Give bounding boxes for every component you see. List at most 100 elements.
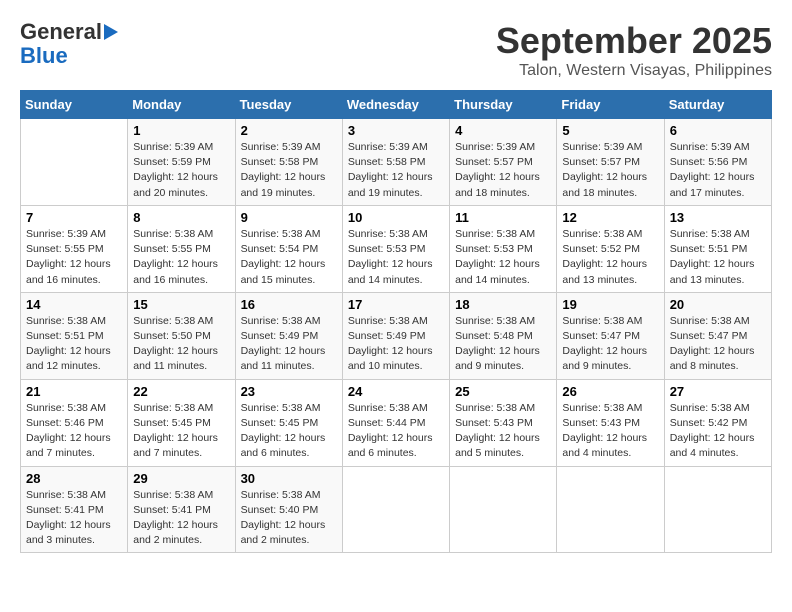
day-number: 15 — [133, 297, 229, 312]
cell-w1-d6: 5 Sunrise: 5:39 AM Sunset: 5:57 PM Daylig… — [557, 119, 664, 206]
cell-w4-d5: 25 Sunrise: 5:38 AM Sunset: 5:43 PM Dayli… — [450, 379, 557, 466]
day-number: 23 — [241, 384, 337, 399]
day-number: 11 — [455, 210, 551, 225]
day-info: Sunrise: 5:38 AM Sunset: 5:52 PM Dayligh… — [562, 227, 658, 288]
day-info: Sunrise: 5:38 AM Sunset: 5:47 PM Dayligh… — [562, 314, 658, 375]
cell-w1-d1 — [21, 119, 128, 206]
cell-w2-d5: 11Sunrise: 5:38 AM Sunset: 5:53 PM Dayli… — [450, 205, 557, 292]
calendar-body: 1 Sunrise: 5:39 AM Sunset: 5:59 PM Daylig… — [21, 119, 772, 553]
day-number: 2 — [241, 123, 337, 138]
day-number: 5 — [562, 123, 658, 138]
day-info: Sunrise: 5:38 AM Sunset: 5:45 PM Dayligh… — [241, 401, 337, 462]
cell-w5-d4 — [342, 466, 449, 553]
day-info: Sunrise: 5:38 AM Sunset: 5:45 PM Dayligh… — [133, 401, 229, 462]
cell-w4-d7: 27 Sunrise: 5:38 AM Sunset: 5:42 PM Dayli… — [664, 379, 771, 466]
cell-w1-d3: 2 Sunrise: 5:39 AM Sunset: 5:58 PM Daylig… — [235, 119, 342, 206]
day-number: 14 — [26, 297, 122, 312]
col-saturday: Saturday — [664, 91, 771, 119]
cell-w1-d5: 4 Sunrise: 5:39 AM Sunset: 5:57 PM Daylig… — [450, 119, 557, 206]
day-number: 21 — [26, 384, 122, 399]
day-number: 29 — [133, 471, 229, 486]
day-info: Sunrise: 5:39 AM Sunset: 5:55 PM Dayligh… — [26, 227, 122, 288]
cell-w5-d1: 28Sunrise: 5:38 AM Sunset: 5:41 PM Dayli… — [21, 466, 128, 553]
week-row-1: 1 Sunrise: 5:39 AM Sunset: 5:59 PM Daylig… — [21, 119, 772, 206]
cell-w4-d4: 24 Sunrise: 5:38 AM Sunset: 5:44 PM Dayli… — [342, 379, 449, 466]
day-number: 10 — [348, 210, 444, 225]
col-friday: Friday — [557, 91, 664, 119]
day-number: 12 — [562, 210, 658, 225]
day-number: 27 — [670, 384, 766, 399]
day-number: 7 — [26, 210, 122, 225]
day-info: Sunrise: 5:38 AM Sunset: 5:51 PM Dayligh… — [26, 314, 122, 375]
cell-w1-d4: 3 Sunrise: 5:39 AM Sunset: 5:58 PM Daylig… — [342, 119, 449, 206]
cell-w4-d1: 21 Sunrise: 5:38 AM Sunset: 5:46 PM Dayli… — [21, 379, 128, 466]
day-info: Sunrise: 5:38 AM Sunset: 5:43 PM Dayligh… — [562, 401, 658, 462]
week-row-3: 14 Sunrise: 5:38 AM Sunset: 5:51 PM Dayli… — [21, 292, 772, 379]
day-number: 9 — [241, 210, 337, 225]
logo-general: General — [20, 20, 102, 44]
cell-w1-d2: 1 Sunrise: 5:39 AM Sunset: 5:59 PM Daylig… — [128, 119, 235, 206]
day-info: Sunrise: 5:39 AM Sunset: 5:58 PM Dayligh… — [348, 140, 444, 201]
day-info: Sunrise: 5:39 AM Sunset: 5:59 PM Dayligh… — [133, 140, 229, 201]
cell-w3-d1: 14 Sunrise: 5:38 AM Sunset: 5:51 PM Dayli… — [21, 292, 128, 379]
calendar-table: Sunday Monday Tuesday Wednesday Thursday… — [20, 90, 772, 553]
title-section: September 2025 Talon, Western Visayas, P… — [496, 20, 772, 80]
cell-w4-d2: 22 Sunrise: 5:38 AM Sunset: 5:45 PM Dayli… — [128, 379, 235, 466]
day-number: 13 — [670, 210, 766, 225]
calendar-header: Sunday Monday Tuesday Wednesday Thursday… — [21, 91, 772, 119]
cell-w5-d7 — [664, 466, 771, 553]
day-number: 1 — [133, 123, 229, 138]
cell-w5-d6 — [557, 466, 664, 553]
day-number: 4 — [455, 123, 551, 138]
day-number: 6 — [670, 123, 766, 138]
col-thursday: Thursday — [450, 91, 557, 119]
month-title: September 2025 — [496, 20, 772, 62]
day-info: Sunrise: 5:38 AM Sunset: 5:49 PM Dayligh… — [348, 314, 444, 375]
cell-w5-d5 — [450, 466, 557, 553]
day-number: 3 — [348, 123, 444, 138]
day-info: Sunrise: 5:38 AM Sunset: 5:41 PM Dayligh… — [26, 488, 122, 549]
cell-w4-d3: 23 Sunrise: 5:38 AM Sunset: 5:45 PM Dayli… — [235, 379, 342, 466]
day-number: 17 — [348, 297, 444, 312]
cell-w4-d6: 26 Sunrise: 5:38 AM Sunset: 5:43 PM Dayli… — [557, 379, 664, 466]
day-number: 16 — [241, 297, 337, 312]
week-row-5: 28Sunrise: 5:38 AM Sunset: 5:41 PM Dayli… — [21, 466, 772, 553]
day-info: Sunrise: 5:39 AM Sunset: 5:57 PM Dayligh… — [455, 140, 551, 201]
day-info: Sunrise: 5:38 AM Sunset: 5:55 PM Dayligh… — [133, 227, 229, 288]
header-row: Sunday Monday Tuesday Wednesday Thursday… — [21, 91, 772, 119]
cell-w5-d3: 30Sunrise: 5:38 AM Sunset: 5:40 PM Dayli… — [235, 466, 342, 553]
location-title: Talon, Western Visayas, Philippines — [496, 62, 772, 80]
day-info: Sunrise: 5:38 AM Sunset: 5:44 PM Dayligh… — [348, 401, 444, 462]
day-number: 25 — [455, 384, 551, 399]
cell-w5-d2: 29Sunrise: 5:38 AM Sunset: 5:41 PM Dayli… — [128, 466, 235, 553]
day-info: Sunrise: 5:38 AM Sunset: 5:48 PM Dayligh… — [455, 314, 551, 375]
day-number: 19 — [562, 297, 658, 312]
header: General Blue September 2025 Talon, Weste… — [20, 20, 772, 80]
day-number: 20 — [670, 297, 766, 312]
cell-w3-d6: 19 Sunrise: 5:38 AM Sunset: 5:47 PM Dayli… — [557, 292, 664, 379]
day-number: 22 — [133, 384, 229, 399]
col-tuesday: Tuesday — [235, 91, 342, 119]
logo-arrow-icon — [104, 24, 118, 40]
day-info: Sunrise: 5:38 AM Sunset: 5:46 PM Dayligh… — [26, 401, 122, 462]
cell-w3-d3: 16Sunrise: 5:38 AM Sunset: 5:49 PM Dayli… — [235, 292, 342, 379]
day-info: Sunrise: 5:39 AM Sunset: 5:58 PM Dayligh… — [241, 140, 337, 201]
day-info: Sunrise: 5:39 AM Sunset: 5:57 PM Dayligh… — [562, 140, 658, 201]
cell-w3-d4: 17 Sunrise: 5:38 AM Sunset: 5:49 PM Dayli… — [342, 292, 449, 379]
day-number: 24 — [348, 384, 444, 399]
col-sunday: Sunday — [21, 91, 128, 119]
col-monday: Monday — [128, 91, 235, 119]
cell-w2-d6: 12 Sunrise: 5:38 AM Sunset: 5:52 PM Dayli… — [557, 205, 664, 292]
cell-w2-d2: 8Sunrise: 5:38 AM Sunset: 5:55 PM Daylig… — [128, 205, 235, 292]
day-number: 18 — [455, 297, 551, 312]
cell-w2-d7: 13Sunrise: 5:38 AM Sunset: 5:51 PM Dayli… — [664, 205, 771, 292]
day-info: Sunrise: 5:38 AM Sunset: 5:43 PM Dayligh… — [455, 401, 551, 462]
day-info: Sunrise: 5:38 AM Sunset: 5:54 PM Dayligh… — [241, 227, 337, 288]
day-info: Sunrise: 5:38 AM Sunset: 5:47 PM Dayligh… — [670, 314, 766, 375]
day-info: Sunrise: 5:38 AM Sunset: 5:42 PM Dayligh… — [670, 401, 766, 462]
week-row-4: 21 Sunrise: 5:38 AM Sunset: 5:46 PM Dayli… — [21, 379, 772, 466]
cell-w3-d7: 20 Sunrise: 5:38 AM Sunset: 5:47 PM Dayli… — [664, 292, 771, 379]
day-number: 26 — [562, 384, 658, 399]
cell-w3-d5: 18 Sunrise: 5:38 AM Sunset: 5:48 PM Dayli… — [450, 292, 557, 379]
day-info: Sunrise: 5:39 AM Sunset: 5:56 PM Dayligh… — [670, 140, 766, 201]
